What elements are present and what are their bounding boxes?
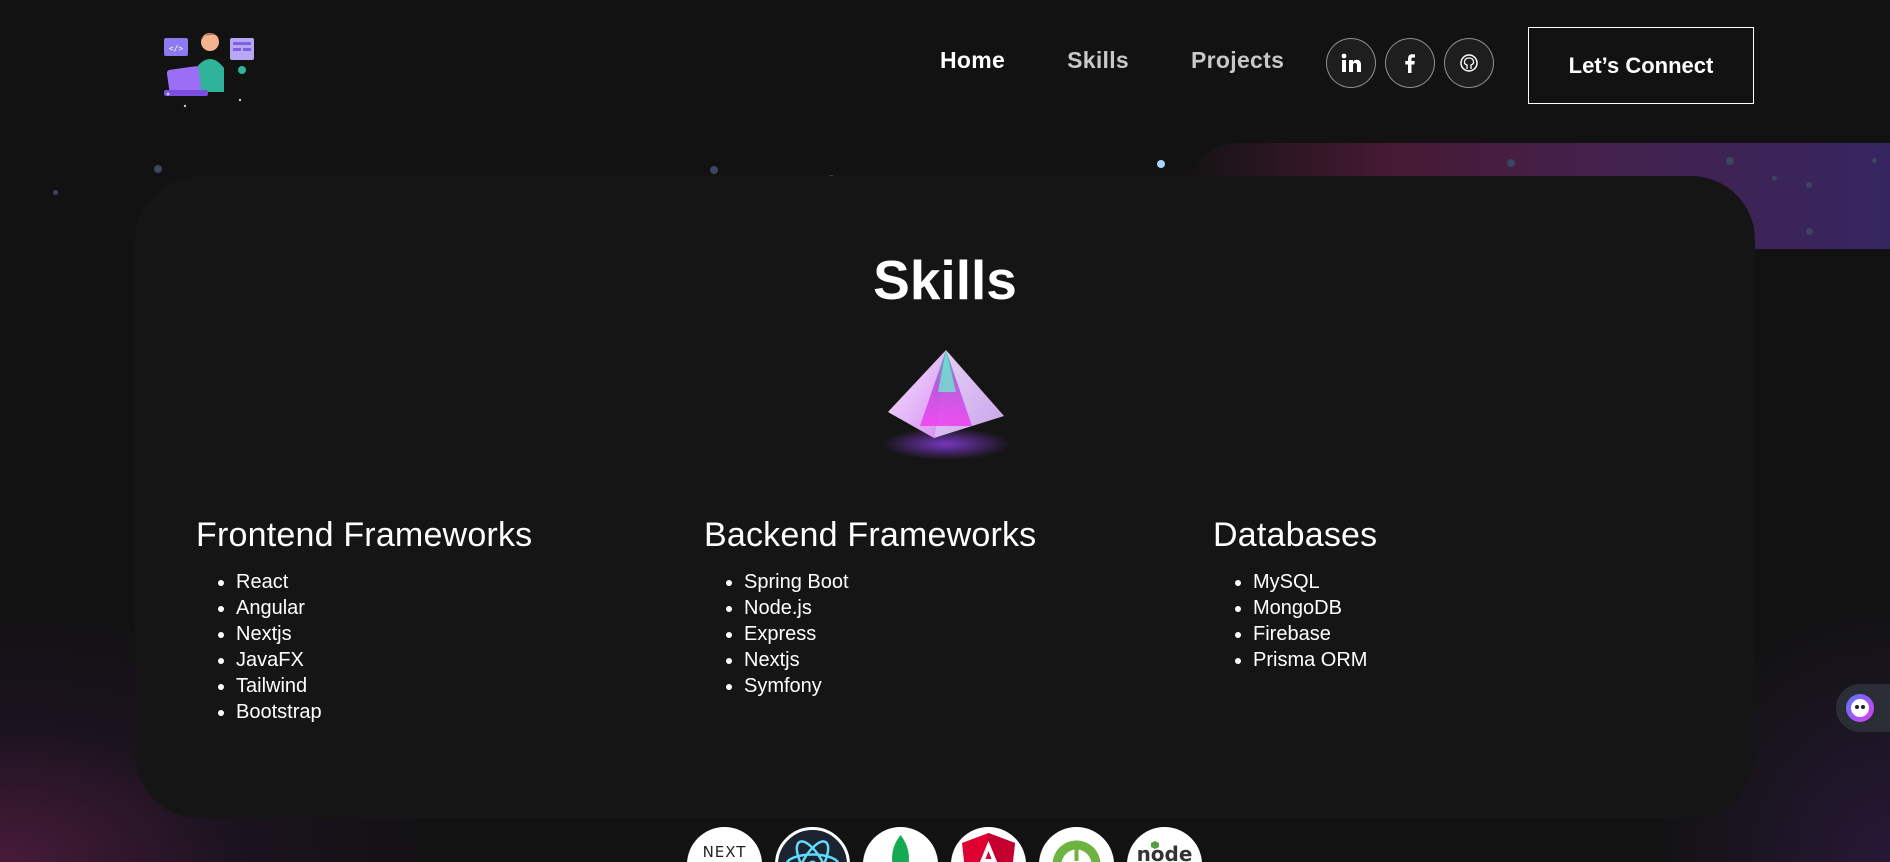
pyramid-illustration [882, 350, 1010, 460]
list-item: Nextjs [236, 621, 676, 647]
social-links [1326, 38, 1494, 88]
star [1507, 159, 1515, 167]
list-item: Prisma ORM [1253, 647, 1693, 673]
facebook-icon [1405, 54, 1415, 73]
backend-heading: Backend Frameworks [704, 516, 1037, 554]
mongodb-logo [863, 827, 938, 862]
nav-skills[interactable]: Skills [1067, 47, 1129, 74]
svg-text:NEXT: NEXT [703, 843, 747, 861]
nodejs-logo: node [1127, 827, 1202, 862]
list-item: Nextjs [744, 647, 1184, 673]
list-item: Node.js [744, 595, 1184, 621]
list-item: MySQL [1253, 569, 1693, 595]
svg-text:</>: </> [169, 44, 184, 53]
list-item: Firebase [1253, 621, 1693, 647]
angular-logo [951, 827, 1026, 862]
databases-list: MySQL MongoDB Firebase Prisma ORM [1213, 569, 1693, 673]
skills-title: Skills [873, 249, 1017, 311]
star [1157, 160, 1165, 168]
spring-logo [1039, 827, 1114, 862]
star [53, 190, 58, 195]
nextjs-logo: NEXT [687, 827, 762, 862]
logo[interactable]: </> [160, 28, 260, 108]
star [1806, 228, 1813, 235]
backend-column: Backend Frameworks Spring Boot Node.js E… [704, 516, 1184, 699]
star [1726, 157, 1734, 165]
chatbot-icon [1846, 694, 1874, 722]
star [1772, 176, 1777, 181]
databases-column: Databases MySQL MongoDB Firebase Prisma … [1213, 516, 1693, 673]
tech-logo-row: NEXT node [687, 827, 1202, 862]
nav-projects[interactable]: Projects [1191, 47, 1284, 74]
backend-list: Spring Boot Node.js Express Nextjs Symfo… [704, 569, 1184, 699]
list-item: React [236, 569, 676, 595]
frontend-list: React Angular Nextjs JavaFX Tailwind Boo… [196, 569, 676, 725]
frontend-heading: Frontend Frameworks [196, 516, 533, 554]
databases-heading: Databases [1213, 516, 1378, 554]
main-nav: Home Skills Projects [940, 47, 1284, 74]
list-item: Express [744, 621, 1184, 647]
star [1872, 158, 1877, 163]
react-logo [775, 827, 850, 862]
linkedin-button[interactable] [1326, 38, 1376, 88]
list-item: MongoDB [1253, 595, 1693, 621]
lets-connect-button[interactable]: Let’s Connect [1528, 27, 1754, 104]
svg-text:node: node [1137, 842, 1193, 862]
github-button[interactable] [1444, 38, 1494, 88]
list-item: Tailwind [236, 673, 676, 699]
list-item: Spring Boot [744, 569, 1184, 595]
chat-widget-button[interactable] [1836, 684, 1890, 732]
linkedin-icon [1341, 53, 1361, 72]
star [154, 165, 162, 173]
list-item: Symfony [744, 673, 1184, 699]
github-icon [1460, 54, 1478, 72]
list-item: JavaFX [236, 647, 676, 673]
list-item: Angular [236, 595, 676, 621]
nav-home[interactable]: Home [940, 47, 1005, 74]
star [710, 166, 718, 174]
list-item: Bootstrap [236, 699, 676, 725]
star [1806, 182, 1812, 188]
facebook-button[interactable] [1385, 38, 1435, 88]
frontend-column: Frontend Frameworks React Angular Nextjs… [196, 516, 676, 725]
